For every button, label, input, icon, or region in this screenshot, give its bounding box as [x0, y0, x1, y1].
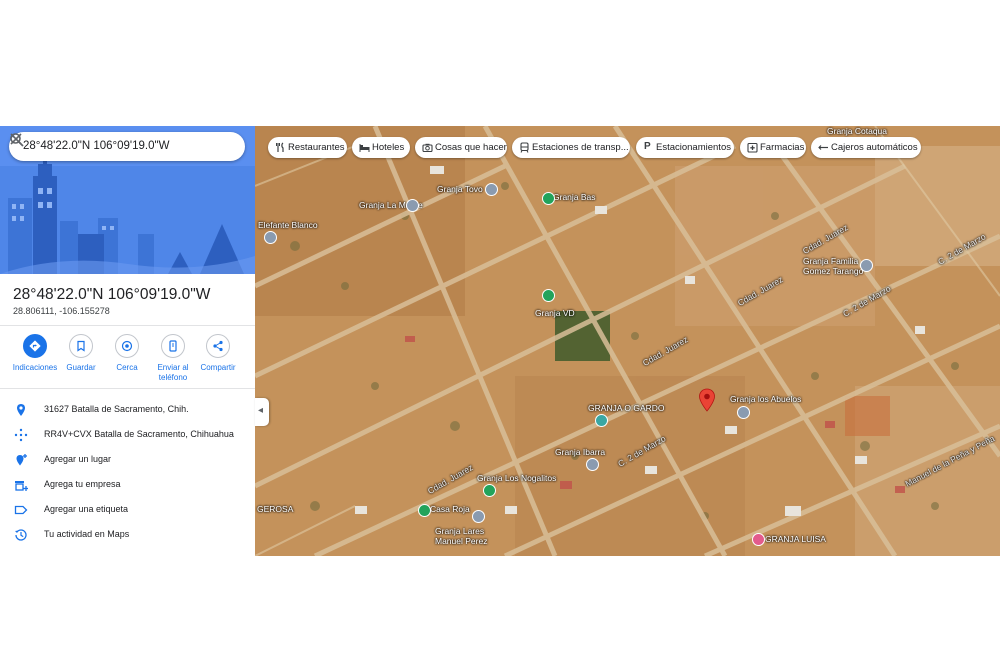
map-label[interactable]: Granja Familia Gomez Tarango: [803, 256, 863, 276]
chip-things-to-do[interactable]: Cosas que hacer: [415, 137, 507, 158]
map-label[interactable]: Granja VD: [535, 308, 575, 318]
map-label[interactable]: GEROSA: [257, 504, 293, 514]
hero-illustration: 28°48'22.0"N 106°09'19.0"W: [0, 126, 255, 274]
nearby-button[interactable]: Cerca: [102, 334, 152, 373]
map-label[interactable]: Granja los Abuelos: [730, 394, 801, 404]
add-label-text: Agregar una etiqueta: [44, 504, 129, 514]
bookmark-icon: [77, 340, 85, 352]
chip-atms[interactable]: Cajeros automáticos: [811, 137, 921, 158]
plus-code-icon: [14, 428, 28, 442]
chip-parking[interactable]: P Estacionamientos: [636, 137, 734, 158]
chip-label: Farmacias: [760, 142, 805, 153]
map-label[interactable]: Granja Lares Manuel Perez: [435, 526, 487, 546]
atm-icon: [818, 145, 828, 150]
chip-label: Estaciones de transp...: [532, 142, 629, 153]
add-business-text: Agrega tu empresa: [44, 479, 121, 489]
pharmacy-icon: [747, 142, 758, 153]
transit-icon: [520, 142, 529, 153]
dropped-pin-icon[interactable]: [698, 388, 716, 412]
map-label[interactable]: Granja Cotaqua: [827, 126, 887, 136]
share-label: Compartir: [200, 363, 236, 372]
label-icon: [14, 505, 28, 515]
directions-label: Indicaciones: [12, 363, 58, 372]
place-title: 28°48'22.0"N 106°09'19.0"W: [13, 286, 211, 303]
poi-marker[interactable]: [264, 231, 277, 244]
parking-icon: P: [644, 141, 651, 152]
map-label[interactable]: GRANJA O GARDO: [588, 403, 665, 413]
map-label[interactable]: Granja Los Nogalitos: [477, 473, 556, 483]
chip-label: Cajeros automáticos: [831, 142, 918, 153]
add-label-row[interactable]: Agregar una etiqueta: [0, 500, 255, 522]
share-button[interactable]: Compartir: [193, 334, 243, 373]
chip-restaurants[interactable]: Restaurantes: [268, 137, 347, 158]
activity-text: Tu actividad en Maps: [44, 529, 130, 539]
map-label[interactable]: Granja Ibarra: [555, 447, 605, 457]
chip-label: Estacionamientos: [656, 142, 731, 153]
location-icon: [17, 404, 25, 416]
poi-marker[interactable]: [483, 484, 496, 497]
chip-label: Cosas que hacer: [435, 142, 507, 153]
maps-app: 28°48'22.0"N 106°09'19.0"W 28°48'22.0"N …: [0, 126, 1000, 556]
map-label[interactable]: GRANJA LUISA: [765, 534, 826, 544]
nearby-icon: [121, 340, 133, 352]
chip-label: Restaurantes: [288, 142, 345, 153]
address-text: 31627 Batalla de Sacramento, Chih.: [44, 404, 189, 414]
send-to-phone-label: Enviar al teléfono: [157, 363, 189, 382]
collapse-panel-button[interactable]: ◂: [255, 398, 269, 426]
chip-transit[interactable]: Estaciones de transp...: [512, 137, 630, 158]
plus-code-row[interactable]: RR4V+CVX Batalla de Sacramento, Chihuahu…: [0, 425, 255, 447]
chevron-left-icon: ◂: [258, 405, 264, 416]
poi-marker[interactable]: [485, 183, 498, 196]
decimal-coordinates[interactable]: 28.806111, -106.155278: [13, 306, 110, 316]
satellite-imagery: [255, 126, 1000, 556]
divider: [0, 325, 255, 326]
poi-marker[interactable]: [406, 199, 419, 212]
satellite-map[interactable]: Granja Cotaqua Granja Tovo Granja La Mad…: [255, 126, 1000, 556]
close-icon[interactable]: [9, 132, 23, 146]
search-input[interactable]: 28°48'22.0"N 106°09'19.0"W: [23, 140, 169, 152]
poi-marker[interactable]: [542, 192, 555, 205]
add-place-icon: [16, 454, 27, 466]
send-to-phone-icon: [169, 340, 177, 352]
add-place-text: Agregar un lugar: [44, 454, 112, 464]
poi-marker[interactable]: [472, 510, 485, 523]
directions-button[interactable]: Indicaciones: [10, 334, 60, 373]
map-label[interactable]: Granja Tovo: [437, 184, 483, 194]
poi-marker[interactable]: [542, 289, 555, 302]
action-bar: Indicaciones Guardar Cerca Enviar al tel…: [0, 334, 255, 390]
map-label[interactable]: Granja Bas: [553, 192, 596, 202]
chip-hotels[interactable]: Hoteles: [352, 137, 410, 158]
poi-marker[interactable]: [752, 533, 765, 546]
activity-row[interactable]: Tu actividad en Maps: [0, 525, 255, 547]
fork-knife-icon: [276, 142, 284, 152]
send-to-phone-button[interactable]: Enviar al teléfono: [148, 334, 198, 383]
poi-marker[interactable]: [586, 458, 599, 471]
divider: [0, 388, 255, 389]
map-label[interactable]: Casa Roja: [430, 504, 470, 514]
poi-marker[interactable]: [595, 414, 608, 427]
add-business-row[interactable]: Agrega tu empresa: [0, 475, 255, 497]
poi-marker[interactable]: [737, 406, 750, 419]
share-icon: [213, 340, 223, 352]
save-label: Guardar: [66, 363, 96, 372]
search-box[interactable]: 28°48'22.0"N 106°09'19.0"W: [9, 132, 245, 161]
history-icon: [15, 529, 27, 541]
map-label[interactable]: Elefante Blanco: [258, 220, 318, 230]
address-row[interactable]: 31627 Batalla de Sacramento, Chih.: [0, 400, 255, 422]
save-button[interactable]: Guardar: [56, 334, 106, 373]
poi-marker[interactable]: [860, 259, 873, 272]
plus-code-text: RR4V+CVX Batalla de Sacramento, Chihuahu…: [44, 429, 234, 439]
chip-label: Hoteles: [372, 142, 405, 153]
add-place-row[interactable]: Agregar un lugar: [0, 450, 255, 472]
add-business-icon: [15, 481, 28, 491]
camera-icon: [422, 143, 433, 153]
directions-icon: [29, 340, 41, 352]
place-panel: 28°48'22.0"N 106°09'19.0"W 28°48'22.0"N …: [0, 126, 255, 556]
nearby-label: Cerca: [116, 363, 138, 372]
chip-pharmacies[interactable]: Farmacias: [740, 137, 806, 158]
poi-marker[interactable]: [418, 504, 431, 517]
bed-icon: [359, 144, 370, 152]
